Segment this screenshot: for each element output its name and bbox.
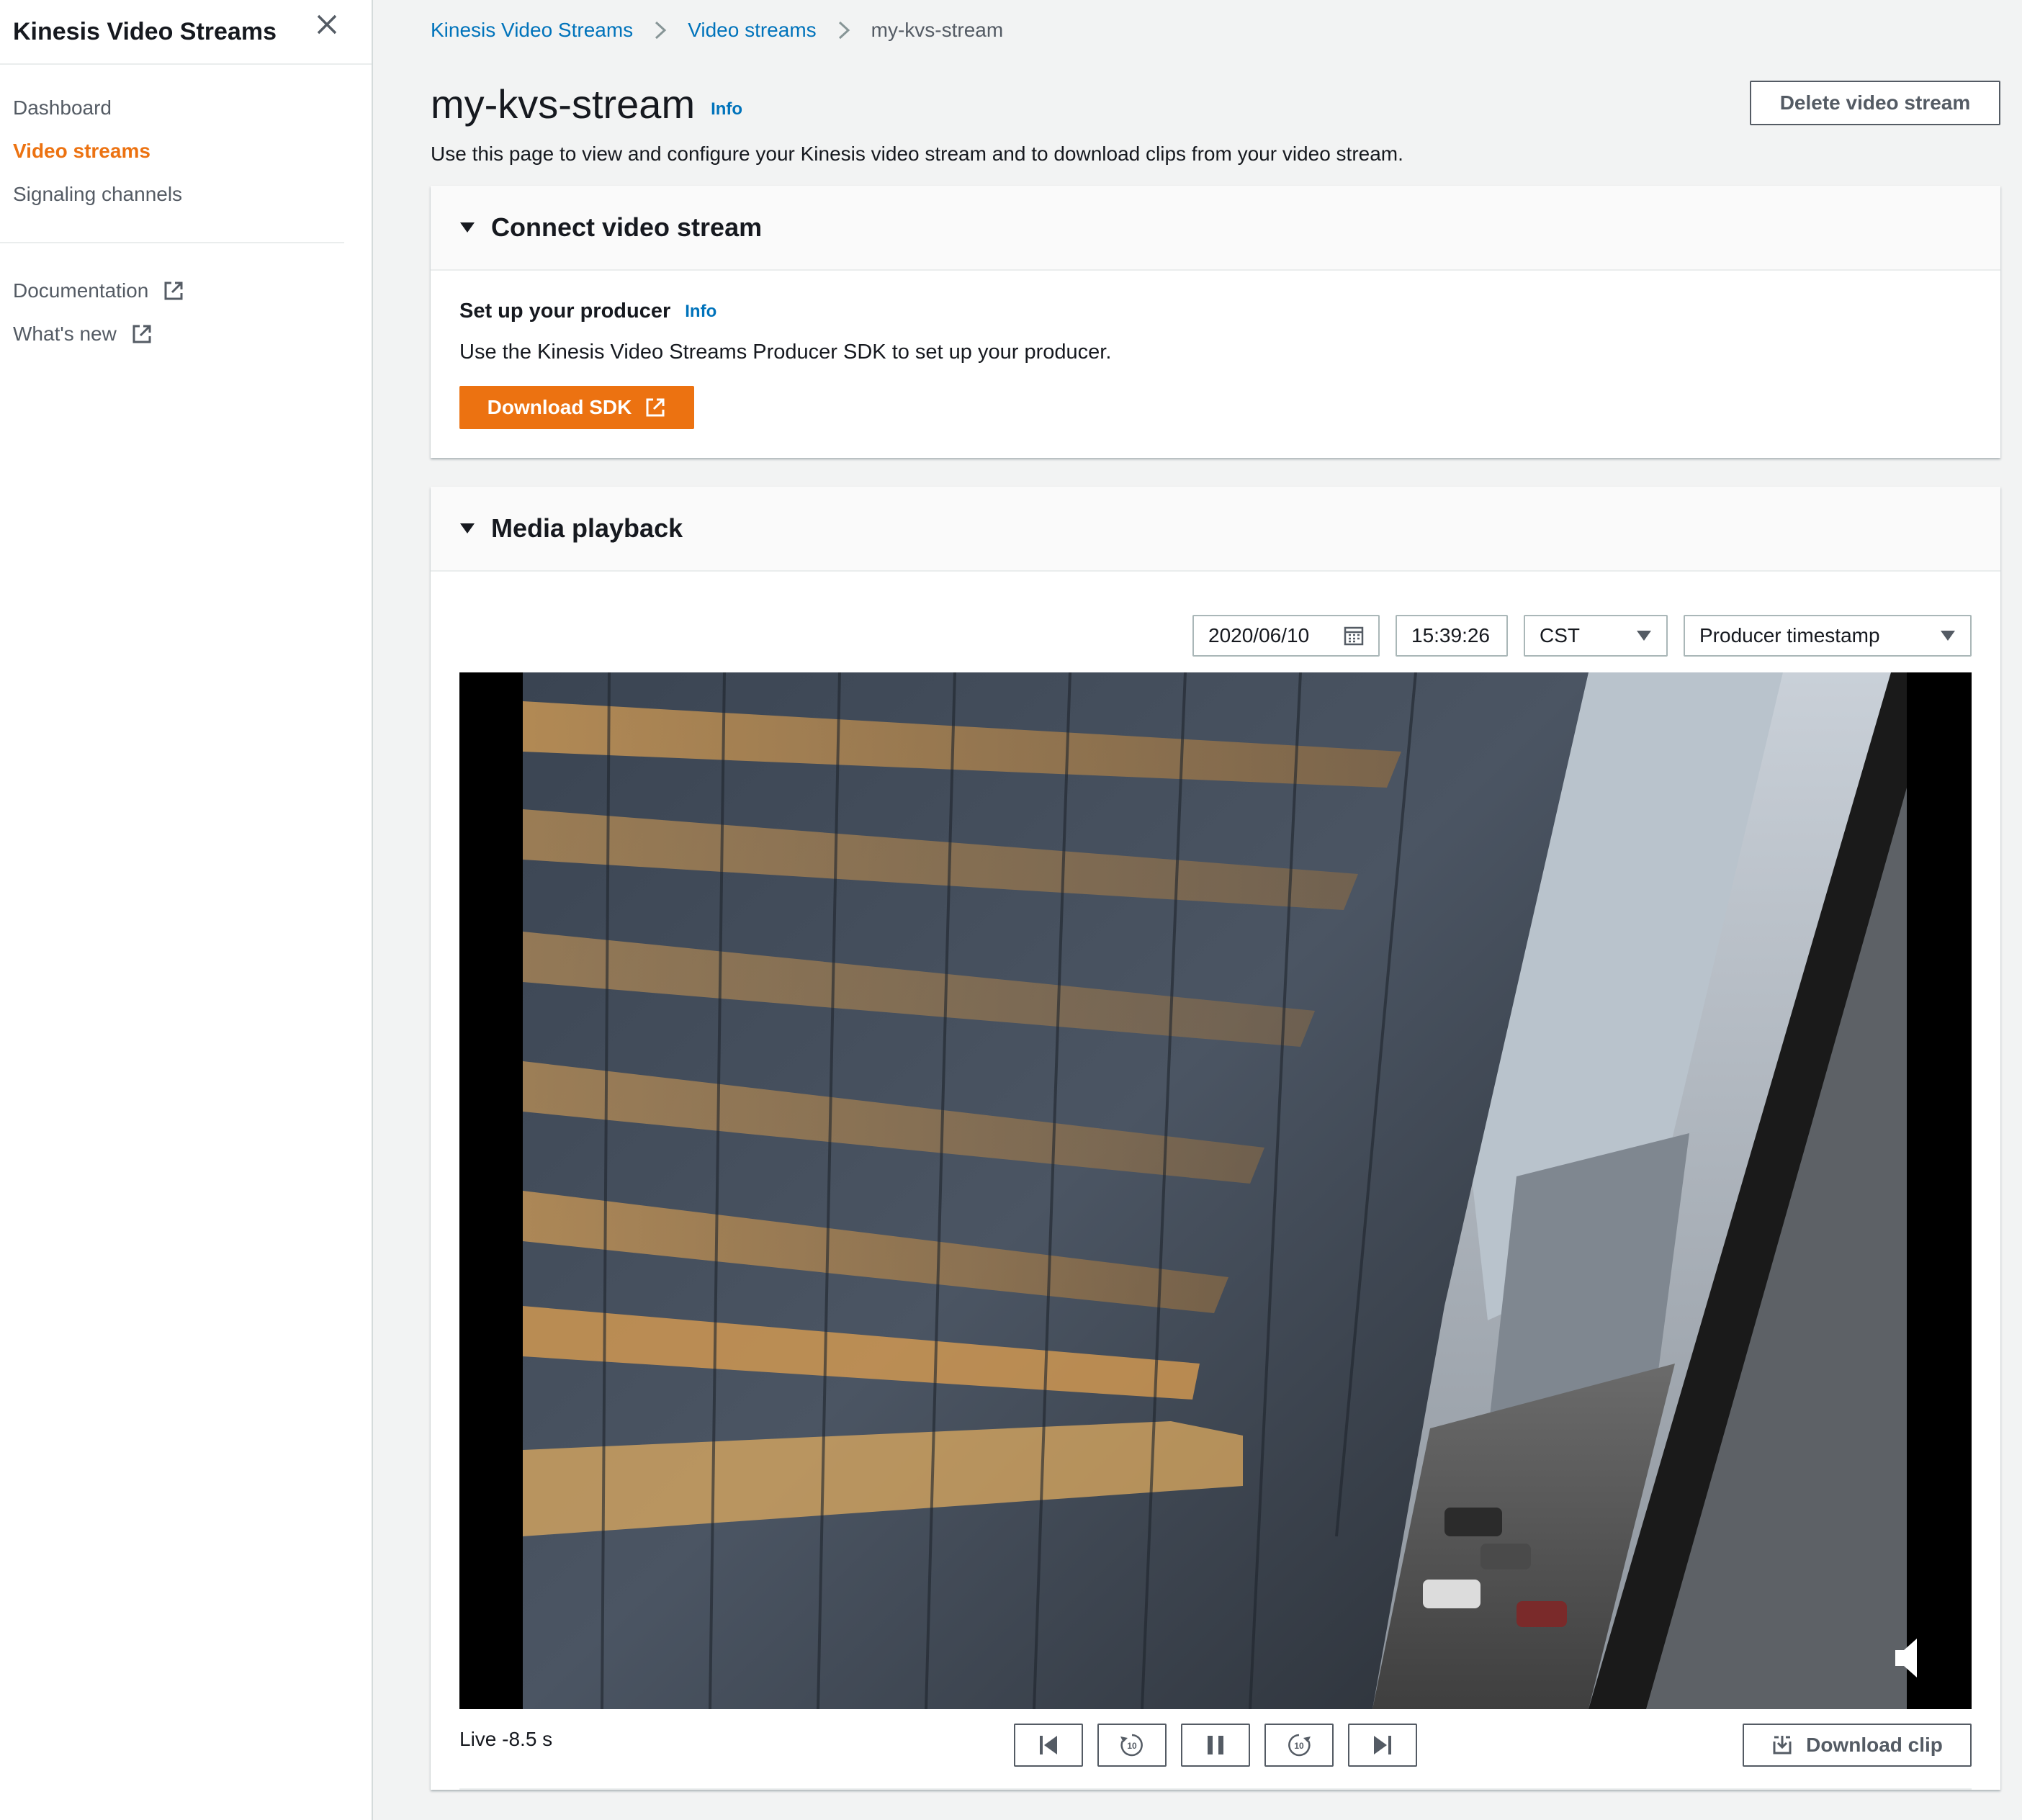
caret-down-icon	[460, 222, 475, 233]
skip-to-live-button[interactable]	[1348, 1724, 1417, 1767]
timezone-value: CST	[1540, 624, 1580, 647]
sidebar-item-dashboard[interactable]: Dashboard	[0, 86, 372, 130]
sidebar-item-documentation[interactable]: Documentation	[0, 269, 372, 312]
rewind-10-label: 10	[1127, 1741, 1137, 1751]
video-player[interactable]	[459, 672, 1972, 1709]
main-content: Kinesis Video Streams Video streams my-k…	[431, 0, 2000, 1790]
date-picker[interactable]: 2020/06/10	[1192, 615, 1380, 657]
timezone-select[interactable]: CST	[1524, 615, 1668, 657]
playback-bar: Live -8.5 s 10 10 Download clip	[459, 1709, 1972, 1788]
forward-10-button[interactable]: 10	[1264, 1724, 1334, 1767]
info-link[interactable]: Info	[711, 99, 742, 120]
side-navigation: Kinesis Video Streams Dashboard Video st…	[0, 0, 373, 1820]
download-clip-label: Download clip	[1806, 1734, 1943, 1756]
time-value: 15:39:26	[1411, 624, 1490, 647]
sidebar-item-signaling-channels[interactable]: Signaling channels	[0, 173, 372, 216]
live-offset-text: Live -8.5 s	[459, 1728, 553, 1750]
breadcrumb-current: my-kvs-stream	[871, 19, 1004, 41]
connect-video-stream-panel: Connect video stream Set up your produce…	[431, 186, 2000, 458]
sidebar-item-video-streams[interactable]: Video streams	[0, 130, 372, 173]
sidebar-title[interactable]: Kinesis Video Streams	[13, 18, 277, 46]
info-link[interactable]: Info	[685, 302, 716, 322]
sidebar-divider	[0, 242, 344, 243]
page-header: my-kvs-stream Info Delete video stream	[431, 60, 2000, 147]
timestamp-type-value: Producer timestamp	[1699, 624, 1880, 647]
connect-panel-body: Set up your producer Info Use the Kinesi…	[431, 271, 2000, 458]
calendar-icon[interactable]	[1344, 626, 1364, 646]
video-frame-image	[523, 672, 1907, 1709]
producer-setup-description: Use the Kinesis Video Streams Producer S…	[459, 341, 1112, 364]
playback-buttons: 10 10	[1014, 1724, 1417, 1767]
producer-setup-title: Set up your producer	[459, 299, 671, 323]
download-sdk-button[interactable]: Download SDK	[459, 386, 694, 429]
playback-controls-row: 2020/06/10 15:39:26 CST Producer timesta…	[431, 572, 2000, 657]
skip-forward-icon	[1374, 1736, 1391, 1754]
panel-title: Media playback	[491, 513, 683, 543]
download-icon	[1773, 1736, 1792, 1754]
media-playback-panel: Media playback 2020/06/10 15:39:26 CST P…	[431, 487, 2000, 1790]
download-sdk-label: Download SDK	[487, 396, 632, 418]
external-link-icon	[132, 325, 151, 343]
external-link-icon	[164, 281, 183, 300]
rewind-10-button[interactable]: 10	[1097, 1724, 1167, 1767]
external-link-icon	[646, 398, 665, 417]
forward-10-label: 10	[1294, 1741, 1304, 1751]
page-description: Use this page to view and configure your…	[431, 143, 1403, 165]
date-value: 2020/06/10	[1208, 624, 1310, 647]
forward-10-icon: 10	[1288, 1734, 1311, 1757]
download-clip-button[interactable]: Download clip	[1743, 1724, 1972, 1767]
pause-icon	[1208, 1736, 1223, 1754]
timestamp-type-select[interactable]: Producer timestamp	[1684, 615, 1972, 657]
skip-to-start-button[interactable]	[1014, 1724, 1083, 1767]
panel-divider	[459, 1788, 1972, 1790]
caret-down-icon	[1941, 631, 1955, 641]
rewind-10-icon: 10	[1120, 1734, 1143, 1757]
caret-down-icon	[1637, 631, 1651, 641]
volume-icon[interactable]	[1892, 1636, 1928, 1680]
sidebar-header: Kinesis Video Streams	[0, 0, 372, 65]
chevron-right-icon	[655, 21, 667, 40]
connect-panel-header[interactable]: Connect video stream	[431, 186, 2000, 271]
breadcrumb: Kinesis Video Streams Video streams my-k…	[431, 0, 2000, 60]
skip-back-icon	[1040, 1736, 1057, 1754]
panel-title: Connect video stream	[491, 212, 763, 242]
sidebar-nav: Dashboard Video streams Signaling channe…	[0, 65, 372, 356]
breadcrumb-kinesis-video-streams[interactable]: Kinesis Video Streams	[431, 19, 633, 42]
pause-button[interactable]	[1181, 1724, 1250, 1767]
chevron-right-icon	[838, 21, 850, 40]
sidebar-item-label: What's new	[13, 323, 117, 345]
time-input[interactable]: 15:39:26	[1396, 615, 1508, 657]
sidebar-item-whats-new[interactable]: What's new	[0, 312, 372, 356]
close-icon[interactable]	[313, 10, 341, 39]
page-title: my-kvs-stream	[431, 81, 696, 127]
delete-video-stream-button[interactable]: Delete video stream	[1750, 81, 2000, 125]
breadcrumb-video-streams[interactable]: Video streams	[688, 19, 816, 42]
caret-down-icon	[460, 523, 475, 533]
media-playback-header[interactable]: Media playback	[431, 487, 2000, 572]
sidebar-item-label: Documentation	[13, 279, 149, 302]
